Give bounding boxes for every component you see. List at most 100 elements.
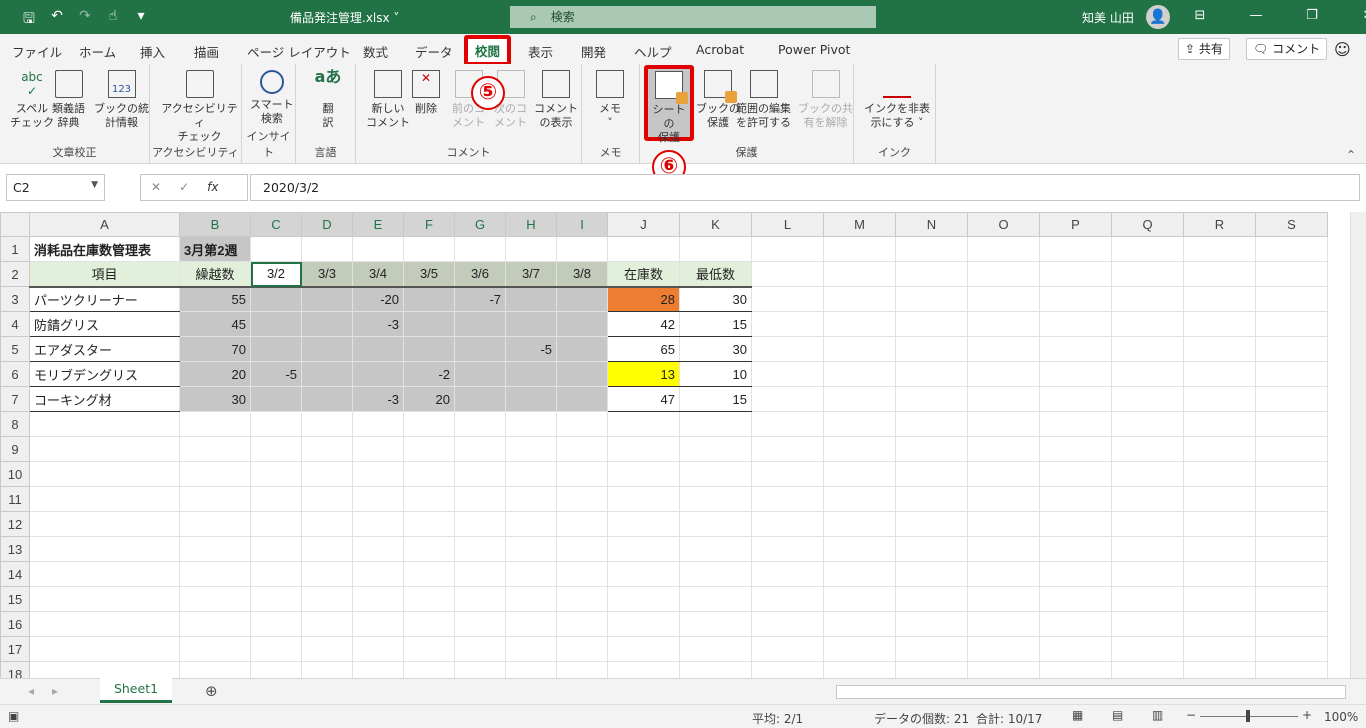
customize-qat-icon[interactable]: ▾	[132, 8, 150, 32]
cell[interactable]	[751, 661, 824, 678]
delete-comment-button[interactable]: ✕ 削除	[412, 70, 440, 116]
cell[interactable]	[556, 661, 608, 678]
feedback-icon[interactable]: ☺	[1334, 40, 1351, 59]
row-header[interactable]: 9	[0, 436, 30, 462]
cell[interactable]	[751, 536, 824, 562]
cell[interactable]	[967, 586, 1040, 612]
cell[interactable]	[556, 286, 608, 312]
comments-button[interactable]: 🗨 コメント	[1246, 38, 1328, 60]
cell[interactable]	[505, 586, 557, 612]
cell[interactable]	[1111, 511, 1184, 537]
cell[interactable]: コーキング材	[29, 386, 180, 412]
close-icon[interactable]: ✕	[1358, 8, 1366, 23]
cell[interactable]	[556, 461, 608, 487]
cell[interactable]: -2	[403, 361, 455, 387]
cell[interactable]	[895, 586, 968, 612]
cell[interactable]	[505, 661, 557, 678]
cell[interactable]: 3/8	[556, 261, 608, 288]
cell[interactable]	[967, 611, 1040, 637]
save-icon[interactable]: 🖫	[20, 8, 38, 32]
row-header[interactable]: 7	[0, 386, 30, 412]
zoom-slider-thumb[interactable]	[1246, 710, 1250, 722]
undo-icon[interactable]: ↶	[48, 8, 66, 32]
cell[interactable]	[1039, 561, 1112, 587]
cell[interactable]	[403, 661, 455, 678]
cell[interactable]	[454, 486, 506, 512]
cell[interactable]	[505, 461, 557, 487]
cell[interactable]	[823, 311, 896, 337]
cell[interactable]: 28	[607, 286, 680, 312]
protect-sheet-button[interactable]: シートの 保護	[644, 65, 694, 144]
cell[interactable]	[1255, 336, 1328, 362]
cell[interactable]	[1111, 436, 1184, 462]
cell[interactable]	[823, 611, 896, 637]
cell[interactable]: 42	[607, 311, 680, 337]
cell[interactable]	[895, 411, 968, 437]
row-header[interactable]: 4	[0, 311, 30, 337]
column-header[interactable]: A	[29, 212, 180, 237]
cell[interactable]	[301, 486, 353, 512]
cell[interactable]	[1111, 361, 1184, 387]
tab-draw[interactable]: 描画	[194, 42, 219, 61]
spreadsheet[interactable]: A B C D E F G H I J K L M N O P Q R S 1 消耗品在庫数管理表 3月第2週 2 項目 繰越数…	[0, 212, 1328, 678]
cell[interactable]	[250, 411, 302, 437]
cell[interactable]	[403, 286, 455, 312]
minimize-icon[interactable]: —	[1246, 8, 1266, 23]
cell[interactable]	[1039, 286, 1112, 312]
cell[interactable]	[1111, 311, 1184, 337]
cell[interactable]	[29, 661, 180, 678]
cell[interactable]: -5	[250, 361, 302, 387]
cell[interactable]	[1111, 661, 1184, 678]
cell[interactable]	[556, 411, 608, 437]
cell[interactable]	[607, 411, 680, 437]
cell[interactable]	[679, 436, 752, 462]
cell[interactable]	[403, 461, 455, 487]
tab-data[interactable]: データ	[415, 42, 453, 61]
cell[interactable]	[1039, 336, 1112, 362]
row-header[interactable]: 12	[0, 511, 30, 537]
cell[interactable]: 3月第2週	[179, 236, 251, 262]
cell[interactable]	[179, 611, 251, 637]
cell[interactable]	[751, 336, 824, 362]
cell[interactable]	[454, 661, 506, 678]
cell[interactable]	[454, 461, 506, 487]
name-box[interactable]: C2 ▼	[6, 174, 105, 201]
tab-developer[interactable]: 開発	[581, 42, 606, 61]
touch-mode-icon[interactable]: ☝	[104, 8, 122, 32]
cell[interactable]	[29, 436, 180, 462]
cell[interactable]	[823, 386, 896, 412]
cell[interactable]	[301, 636, 353, 662]
cell[interactable]	[607, 586, 680, 612]
cell[interactable]	[505, 561, 557, 587]
cell[interactable]	[179, 561, 251, 587]
cell[interactable]	[895, 386, 968, 412]
cell[interactable]	[895, 561, 968, 587]
cell[interactable]	[679, 661, 752, 678]
cell[interactable]	[250, 536, 302, 562]
cell[interactable]	[556, 361, 608, 387]
row-header[interactable]: 17	[0, 636, 30, 662]
cell[interactable]	[823, 511, 896, 537]
cell[interactable]	[505, 411, 557, 437]
cell[interactable]	[1255, 611, 1328, 637]
cell[interactable]	[29, 561, 180, 587]
cell[interactable]	[1255, 386, 1328, 412]
cell[interactable]	[1039, 436, 1112, 462]
row-header[interactable]: 5	[0, 336, 30, 362]
cell[interactable]	[751, 486, 824, 512]
cell[interactable]	[505, 536, 557, 562]
cell[interactable]	[1039, 461, 1112, 487]
row-header[interactable]: 14	[0, 561, 30, 587]
cell[interactable]	[352, 461, 404, 487]
cell[interactable]: 10	[679, 361, 752, 387]
cell[interactable]	[1255, 661, 1328, 678]
row-header[interactable]: 10	[0, 461, 30, 487]
cell[interactable]	[301, 436, 353, 462]
cell[interactable]	[556, 586, 608, 612]
cell[interactable]: 65	[607, 336, 680, 362]
cell[interactable]: 3/3	[301, 261, 353, 288]
cell[interactable]	[679, 561, 752, 587]
tab-power-pivot[interactable]: Power Pivot	[778, 42, 850, 57]
cell[interactable]	[403, 336, 455, 362]
cell[interactable]	[1183, 486, 1256, 512]
